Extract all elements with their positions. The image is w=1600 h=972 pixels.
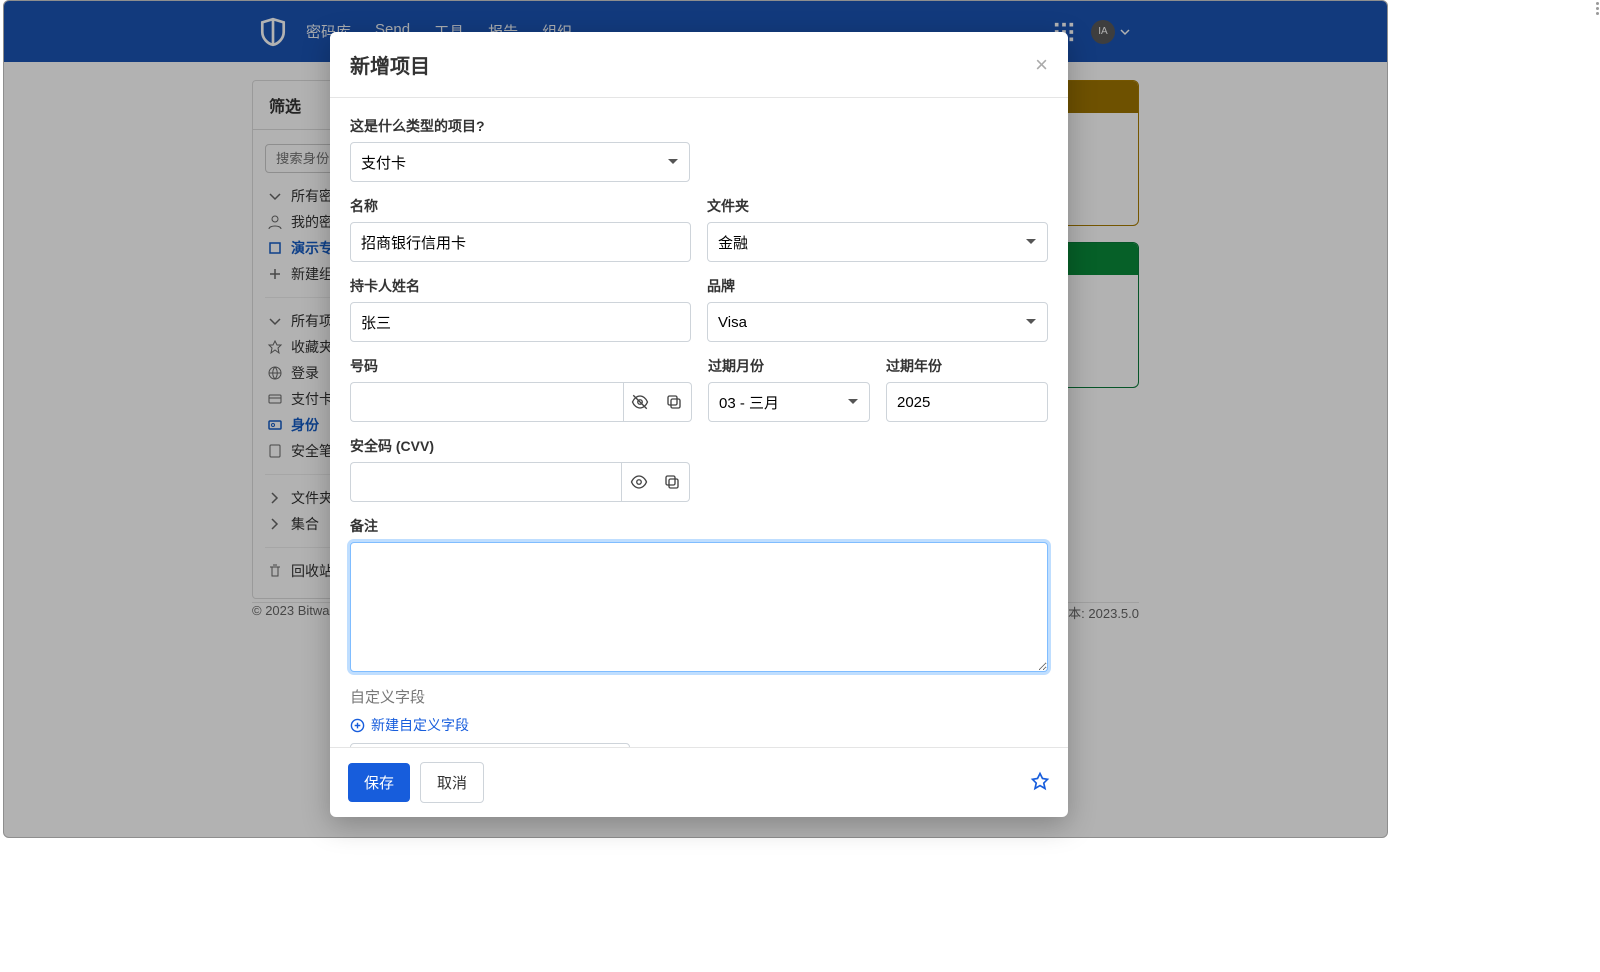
new-custom-field-link[interactable]: 新建自定义字段 (350, 715, 1048, 735)
copy-icon (665, 393, 683, 411)
custom-field-type-select[interactable] (350, 743, 630, 747)
section-custom-fields: 自定义字段 (350, 686, 1048, 707)
label-cvv: 安全码 (CVV) (350, 436, 690, 456)
cardholder-input[interactable] (350, 302, 691, 342)
modal-footer: 保存 取消 (330, 747, 1068, 817)
toggle-cvv-visibility-button[interactable] (621, 462, 656, 502)
exp-year-input[interactable] (886, 382, 1048, 422)
close-icon[interactable]: × (1035, 52, 1048, 78)
eye-off-icon (631, 393, 649, 411)
modal-header: 新增项目 × (330, 32, 1068, 98)
label-brand: 品牌 (707, 276, 1048, 296)
label-item-type: 这是什么类型的项目? (350, 116, 690, 136)
toggle-visibility-button[interactable] (623, 382, 658, 422)
copy-cvv-button[interactable] (655, 462, 690, 502)
save-button[interactable]: 保存 (348, 763, 410, 802)
eye-icon (630, 473, 648, 491)
notes-textarea[interactable] (350, 542, 1048, 672)
cvv-input[interactable] (350, 462, 621, 502)
modal-title: 新增项目 (350, 50, 430, 79)
window-drag-handle[interactable] (1596, 2, 1600, 15)
exp-month-select[interactable] (708, 382, 870, 422)
folder-select[interactable] (707, 222, 1048, 262)
label-name: 名称 (350, 196, 691, 216)
card-number-input[interactable] (350, 382, 623, 422)
item-type-select[interactable] (350, 142, 690, 182)
add-item-modal: 新增项目 × 这是什么类型的项目? 名称 文件夹 持卡人姓名 (330, 32, 1068, 817)
plus-circle-icon (350, 718, 365, 733)
copy-icon (663, 473, 681, 491)
cancel-button[interactable]: 取消 (420, 762, 484, 803)
label-number: 号码 (350, 356, 692, 376)
modal-body: 这是什么类型的项目? 名称 文件夹 持卡人姓名 品牌 (330, 98, 1068, 747)
label-notes: 备注 (350, 516, 1048, 536)
copy-number-button[interactable] (657, 382, 692, 422)
brand-select[interactable] (707, 302, 1048, 342)
label-exp-year: 过期年份 (886, 356, 1048, 376)
favorite-button[interactable] (1030, 771, 1050, 794)
label-folder: 文件夹 (707, 196, 1048, 216)
name-input[interactable] (350, 222, 691, 262)
label-cardholder: 持卡人姓名 (350, 276, 691, 296)
star-icon (1030, 771, 1050, 791)
label-exp-month: 过期月份 (708, 356, 870, 376)
